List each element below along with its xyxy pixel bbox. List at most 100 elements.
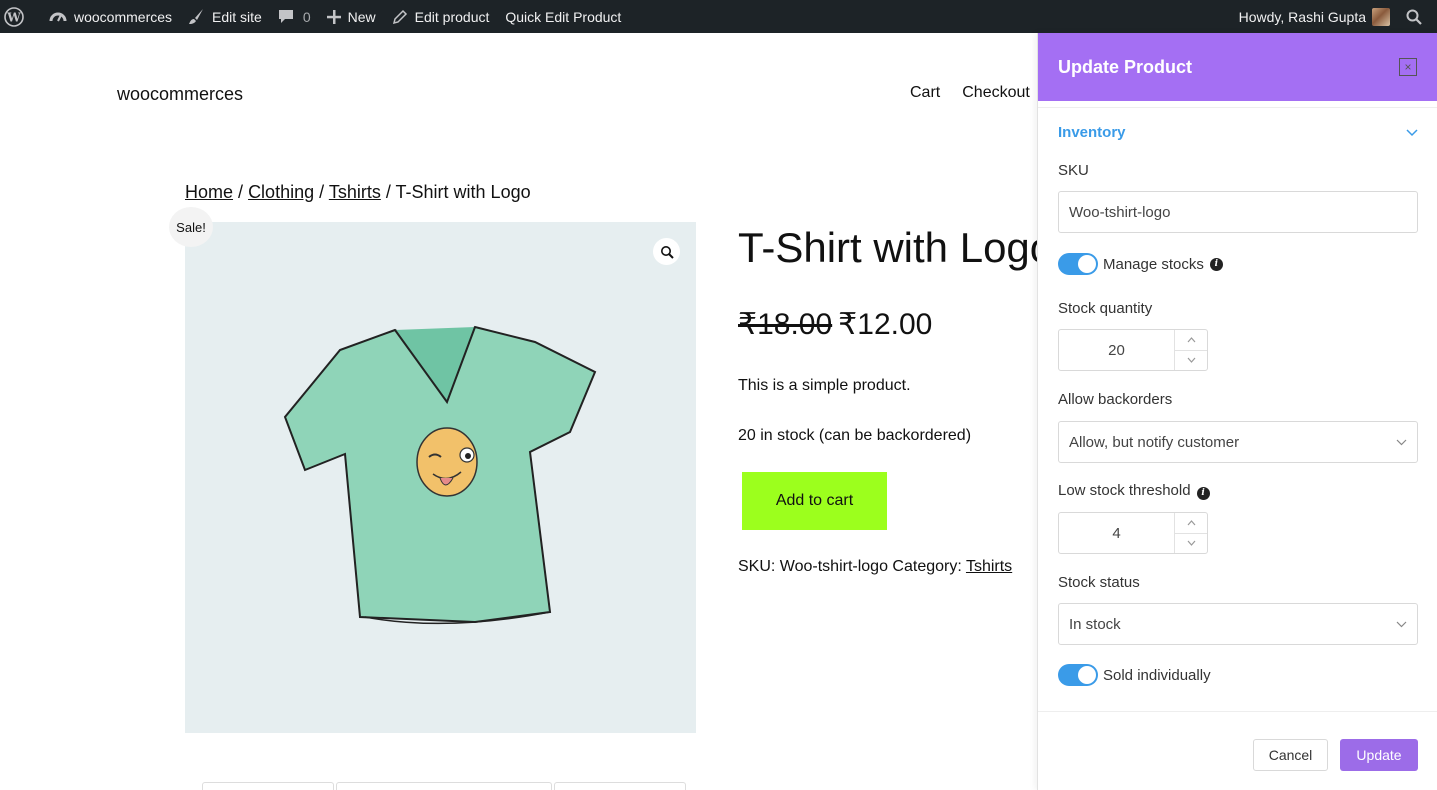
category-link[interactable]: Tshirts (966, 558, 1012, 575)
avatar (1372, 7, 1390, 26)
chevron-up-icon (1187, 519, 1195, 526)
greeting-label: Howdy, Rashi Gupta (1238, 8, 1366, 25)
nav-checkout-link[interactable]: Checkout (962, 84, 1030, 102)
pencil-icon (392, 9, 407, 24)
sku-input[interactable]: Woo-tshirt-logo (1058, 191, 1418, 233)
chevron-down-icon (1187, 540, 1195, 547)
stock-quantity-stepper[interactable]: 20 (1058, 329, 1208, 371)
panel-footer: Cancel Update (1038, 711, 1437, 790)
stepper-arrows (1174, 513, 1207, 553)
product-title: T-Shirt with Logo (738, 224, 1054, 271)
stock-status-select[interactable]: In stock (1058, 603, 1418, 645)
manage-stocks-label: Manage stocks (1103, 255, 1204, 273)
panel-body: Inventory SKU Woo-tshirt-logo Manage sto… (1038, 107, 1437, 711)
sale-badge: Sale! (169, 207, 213, 247)
info-icon: i (1196, 486, 1210, 500)
sku-input-value: Woo-tshirt-logo (1069, 203, 1171, 221)
product-meta: SKU: Woo-tshirt-logo Category: Tshirts (738, 558, 1012, 576)
new-label: New (347, 8, 376, 25)
brush-icon (189, 9, 204, 24)
low-stock-threshold-row: Low stock threshold i (1058, 482, 1210, 500)
low-stock-threshold-stepper[interactable]: 4 (1058, 512, 1208, 554)
site-name-label: woocommerces (74, 8, 173, 25)
plus-icon (326, 9, 341, 24)
quick-edit-product-link[interactable]: Quick Edit Product (497, 0, 629, 33)
breadcrumb-home-link[interactable]: Home (185, 182, 233, 202)
site-name-link[interactable]: woocommerces (41, 0, 180, 33)
zoom-icon (660, 245, 674, 259)
panel-title: Update Product (1058, 56, 1193, 77)
dashboard-icon (49, 12, 67, 21)
breadcrumb-separator: / (319, 182, 325, 202)
stepper-arrows (1174, 330, 1207, 370)
allow-backorders-value: Allow, but notify customer (1069, 433, 1240, 451)
allow-backorders-label: Allow backorders (1058, 391, 1173, 408)
stock-quantity-value[interactable]: 20 (1059, 330, 1174, 370)
chevron-down-icon (1406, 128, 1418, 136)
chevron-down-icon (1187, 357, 1195, 364)
short-description: This is a simple product. (738, 377, 911, 394)
decrement-button[interactable] (1175, 351, 1207, 371)
breadcrumb-separator: / (238, 182, 244, 202)
decrement-button[interactable] (1175, 534, 1207, 554)
breadcrumb-current: / T-Shirt with Logo (385, 182, 531, 202)
edit-product-link[interactable]: Edit product (384, 0, 498, 33)
close-button[interactable]: × (1399, 58, 1417, 76)
panel-header: Update Product × (1038, 33, 1437, 101)
increment-button[interactable] (1175, 513, 1207, 534)
sold-individually-toggle[interactable] (1058, 664, 1098, 686)
admin-search-button[interactable] (1398, 0, 1437, 33)
chevron-down-icon (1396, 439, 1407, 445)
chevron-up-icon (1187, 336, 1195, 343)
site-title[interactable]: woocommerces (117, 84, 243, 105)
comment-icon (278, 10, 293, 23)
svg-text:W: W (6, 10, 21, 24)
update-product-panel: Update Product × Inventory SKU Woo-tshir… (1037, 33, 1437, 790)
update-button[interactable]: Update (1340, 739, 1418, 771)
edit-site-label: Edit site (212, 8, 262, 25)
breadcrumb: Home / Clothing / Tshirts / T-Shirt with… (185, 182, 531, 203)
sku-label: SKU (1058, 162, 1089, 179)
quick-edit-label: Quick Edit Product (505, 8, 622, 25)
stock-status-value: In stock (1069, 615, 1121, 633)
low-stock-threshold-value[interactable]: 4 (1059, 513, 1174, 553)
inventory-section-title: Inventory (1058, 124, 1126, 141)
tshirt-illustration (283, 325, 597, 625)
low-stock-threshold-label: Low stock threshold (1058, 482, 1191, 499)
edit-site-link[interactable]: Edit site (180, 0, 270, 33)
stock-status-label: Stock status (1058, 574, 1140, 591)
sku-category-label: SKU: Woo-tshirt-logo Category: (738, 558, 962, 575)
search-icon (1406, 9, 1422, 25)
manage-stocks-toggle[interactable] (1058, 253, 1098, 275)
edit-product-label: Edit product (414, 8, 490, 25)
comments-link[interactable]: 0 (270, 0, 319, 33)
admin-bar: W woocommerces Edit site 0 New Edit prod… (0, 0, 1437, 33)
tab-description[interactable] (202, 782, 334, 790)
stock-quantity-label: Stock quantity (1058, 300, 1153, 317)
nav-cart-link[interactable]: Cart (910, 84, 940, 102)
chevron-down-icon (1396, 621, 1407, 627)
stock-text: 20 in stock (can be backordered) (738, 427, 972, 444)
product-tabs (202, 782, 686, 790)
site-navigation: Cart Checkout (910, 84, 1030, 102)
comments-count: 0 (302, 8, 311, 25)
breadcrumb-tshirts-link[interactable]: Tshirts (329, 182, 381, 202)
breadcrumb-clothing-link[interactable]: Clothing (248, 182, 314, 202)
new-content-link[interactable]: New (319, 0, 384, 33)
user-account-menu[interactable]: Howdy, Rashi Gupta (1231, 0, 1398, 33)
tab-additional-information[interactable] (336, 782, 552, 790)
increment-button[interactable] (1175, 330, 1207, 351)
sold-individually-label: Sold individually (1103, 666, 1211, 684)
tab-reviews[interactable] (554, 782, 686, 790)
product-price: ₹18.00 ₹12.00 (738, 307, 932, 342)
wordpress-logo-button[interactable]: W (0, 0, 41, 33)
zoom-button[interactable] (653, 238, 680, 265)
sale-price: ₹12.00 (838, 308, 933, 341)
manage-stocks-row: Manage stocks i (1058, 253, 1223, 275)
sold-individually-row: Sold individually (1058, 664, 1211, 686)
inventory-section-toggle[interactable]: Inventory (1058, 124, 1418, 141)
cancel-button[interactable]: Cancel (1253, 739, 1328, 771)
add-to-cart-button[interactable]: Add to cart (742, 472, 887, 530)
product-image[interactable] (185, 222, 696, 733)
allow-backorders-select[interactable]: Allow, but notify customer (1058, 421, 1418, 463)
